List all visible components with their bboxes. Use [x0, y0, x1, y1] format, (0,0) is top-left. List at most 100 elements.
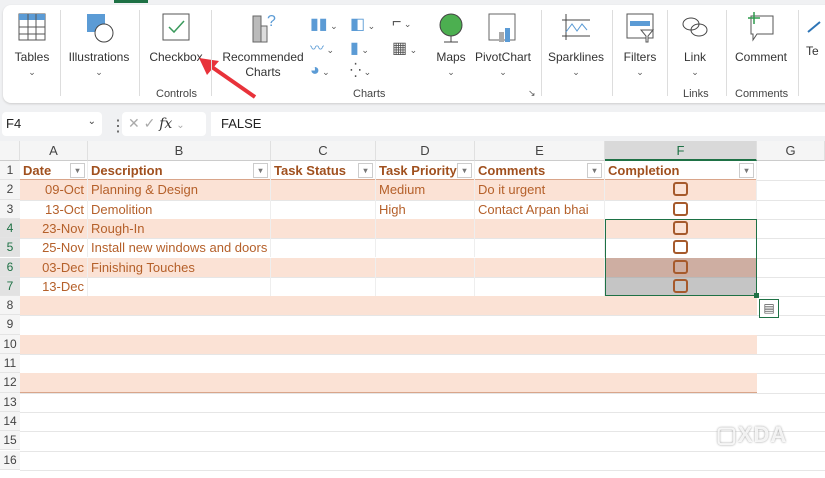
- header-label: Comments: [478, 163, 546, 178]
- table-row: [20, 393, 757, 412]
- row-header-8[interactable]: 8: [0, 296, 20, 316]
- statistic-chart-icon[interactable]: ▮ ⌄: [350, 38, 369, 58]
- insert-function-button[interactable]: fx: [159, 116, 172, 132]
- cell[interactable]: [376, 276, 475, 297]
- cell[interactable]: [271, 257, 376, 277]
- hierarchy-chart-icon[interactable]: ◧ ⌄: [350, 14, 375, 34]
- completion-cell[interactable]: [605, 199, 757, 219]
- cell[interactable]: 09-Oct: [20, 180, 88, 200]
- filter-dropdown-button[interactable]: ▾: [253, 163, 268, 178]
- filter-dropdown-button[interactable]: ▾: [587, 163, 602, 178]
- cell[interactable]: [475, 257, 605, 277]
- cell[interactable]: Finishing Touches: [88, 257, 271, 277]
- row-header-11[interactable]: 11: [0, 354, 20, 374]
- row-header-5[interactable]: 5: [0, 238, 20, 258]
- link-button[interactable]: Link ⌄: [674, 12, 716, 80]
- cell[interactable]: [376, 257, 475, 277]
- text-button[interactable]: Te: [806, 12, 825, 59]
- text-icon: [807, 21, 821, 33]
- cell[interactable]: [271, 218, 376, 239]
- cell[interactable]: 23-Nov: [20, 218, 88, 239]
- row-header-1[interactable]: 1: [0, 161, 20, 181]
- column-chart-icon[interactable]: ▮▮ ⌄: [310, 14, 338, 34]
- header-cell[interactable]: Description ▾: [88, 161, 271, 181]
- column-header-F[interactable]: F: [605, 141, 757, 161]
- cell[interactable]: Rough-In: [88, 218, 271, 239]
- row-header-2[interactable]: 2: [0, 180, 20, 200]
- cell[interactable]: [271, 238, 376, 258]
- header-cell[interactable]: Comments ▾: [475, 161, 605, 181]
- row-header-3[interactable]: 3: [0, 199, 20, 219]
- column-header-B[interactable]: B: [88, 141, 271, 161]
- filter-dropdown-button[interactable]: ▾: [457, 163, 472, 178]
- row-header-12[interactable]: 12: [0, 373, 20, 393]
- cell[interactable]: [271, 199, 376, 219]
- worksheet-grid[interactable]: A B C D E F G 1 Date ▾ Description ▾ Task Status ▾ Tas…: [0, 141, 825, 478]
- tables-button[interactable]: Tables ⌄: [10, 12, 54, 80]
- waterfall-chart-icon[interactable]: ⌐ ⌄: [392, 14, 411, 32]
- cell[interactable]: [376, 218, 475, 239]
- illustrations-button[interactable]: Illustrations ⌄: [66, 12, 132, 80]
- row-header-14[interactable]: 14: [0, 411, 20, 432]
- cell[interactable]: [475, 218, 605, 239]
- sparklines-button[interactable]: Sparklines ⌄: [546, 12, 606, 80]
- filter-dropdown-button[interactable]: ▾: [739, 163, 754, 178]
- cell[interactable]: 03-Dec: [20, 257, 88, 277]
- column-header-A[interactable]: A: [20, 141, 88, 161]
- header-cell[interactable]: Date ▾: [20, 161, 88, 181]
- cell[interactable]: Do it urgent: [475, 180, 605, 200]
- row-header-7[interactable]: 7: [0, 276, 20, 297]
- cell[interactable]: [88, 276, 271, 297]
- fill-handle[interactable]: [754, 293, 759, 299]
- line-chart-icon[interactable]: 〰 ⌄: [310, 38, 334, 58]
- completion-checkbox[interactable]: [673, 201, 688, 216]
- select-all-corner[interactable]: [0, 141, 20, 161]
- dialog-launcher-icon[interactable]: ↘: [528, 88, 536, 99]
- pivotchart-button[interactable]: PivotChart ⌄: [474, 12, 532, 80]
- recommended-charts-button[interactable]: ? Recommended Charts: [220, 12, 306, 80]
- cancel-icon[interactable]: ✕: [128, 115, 140, 131]
- row-header-10[interactable]: 10: [0, 334, 20, 354]
- scatter-chart-icon[interactable]: ⁛ ⌄: [350, 62, 371, 79]
- row-header-6[interactable]: 6: [0, 257, 20, 277]
- row-header-16[interactable]: 16: [0, 450, 20, 470]
- maps-button[interactable]: Maps ⌄: [432, 12, 470, 80]
- cell[interactable]: 13-Oct: [20, 199, 88, 219]
- name-box[interactable]: F4 ⌄: [2, 112, 102, 136]
- filter-dropdown-button[interactable]: ▾: [358, 163, 373, 178]
- completion-cell[interactable]: [605, 180, 757, 200]
- quick-analysis-icon[interactable]: ▤: [759, 299, 779, 319]
- row-header-9[interactable]: 9: [0, 315, 20, 335]
- header-cell[interactable]: Task Status ▾: [271, 161, 376, 181]
- cell[interactable]: [475, 276, 605, 297]
- cell[interactable]: [271, 180, 376, 200]
- cell[interactable]: [376, 238, 475, 258]
- pie-chart-icon[interactable]: ◕ ⌄: [310, 62, 330, 80]
- column-header-D[interactable]: D: [376, 141, 475, 161]
- cell[interactable]: 13-Dec: [20, 276, 88, 297]
- comment-button[interactable]: Comment: [730, 12, 792, 65]
- column-header-G[interactable]: G: [757, 141, 825, 161]
- column-header-E[interactable]: E: [475, 141, 605, 161]
- row-header-15[interactable]: 15: [0, 431, 20, 451]
- row-header-4[interactable]: 4: [0, 218, 20, 239]
- cell[interactable]: High: [376, 199, 475, 219]
- header-cell[interactable]: Completion ▾: [605, 161, 757, 181]
- filters-button[interactable]: Filters ⌄: [618, 12, 662, 80]
- cell[interactable]: Contact Arpan bhai: [475, 199, 605, 219]
- filter-dropdown-button[interactable]: ▾: [70, 163, 85, 178]
- cell[interactable]: Install new windows and doors: [88, 238, 271, 258]
- column-header-C[interactable]: C: [271, 141, 376, 161]
- header-cell[interactable]: Task Priority ▾: [376, 161, 475, 181]
- completion-checkbox[interactable]: [673, 182, 688, 197]
- enter-icon[interactable]: ✓: [144, 115, 156, 131]
- combo-chart-icon[interactable]: ▦ ⌄: [392, 38, 417, 58]
- cell[interactable]: Medium: [376, 180, 475, 200]
- cell[interactable]: 25-Nov: [20, 238, 88, 258]
- cell[interactable]: [271, 276, 376, 297]
- cell[interactable]: Planning & Design: [88, 180, 271, 200]
- row-header-13[interactable]: 13: [0, 392, 20, 412]
- formula-input[interactable]: FALSE: [211, 112, 825, 136]
- cell[interactable]: Demolition: [88, 199, 271, 219]
- cell[interactable]: [475, 238, 605, 258]
